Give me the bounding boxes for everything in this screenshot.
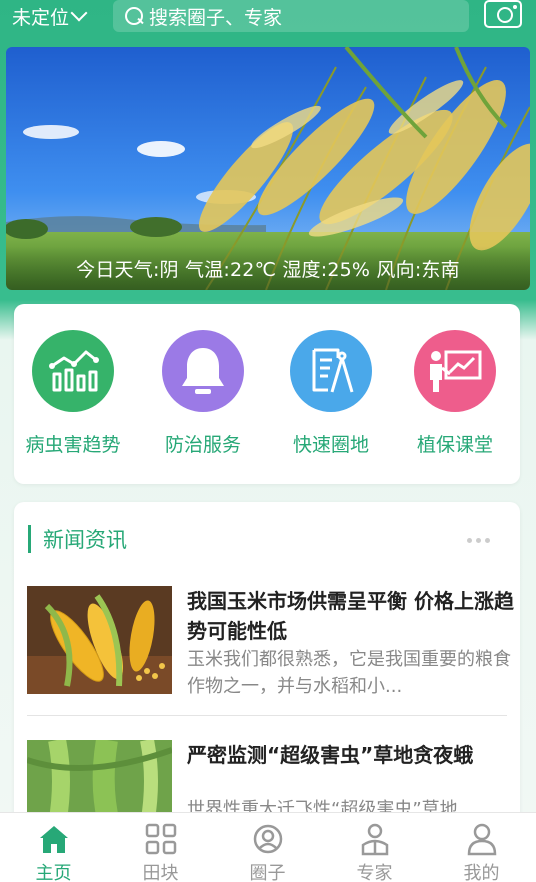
tab-label: 主页 bbox=[35, 863, 72, 882]
user-icon bbox=[464, 821, 500, 857]
service-plant-class[interactable]: 植保课堂 bbox=[400, 330, 510, 457]
weather-info: 今日天气:阴 气温:22℃ 湿度:25% 风向:东南 bbox=[6, 246, 530, 290]
tab-home[interactable]: 主页 bbox=[0, 813, 107, 882]
community-icon bbox=[250, 821, 286, 857]
tab-fields[interactable]: 田块 bbox=[107, 813, 214, 882]
chevron-down-icon bbox=[70, 4, 88, 22]
tab-community[interactable]: 圈子 bbox=[214, 813, 321, 882]
news-section-title: 新闻资讯 bbox=[43, 528, 127, 552]
divider bbox=[27, 715, 507, 716]
tab-label: 专家 bbox=[356, 863, 393, 882]
service-prevention[interactable]: 防治服务 bbox=[148, 330, 258, 457]
section-accent-bar bbox=[28, 525, 31, 553]
news-thumbnail bbox=[27, 586, 172, 694]
tab-experts[interactable]: 专家 bbox=[321, 813, 428, 882]
news-card: 新闻资讯 我国玉米市场供需呈平衡 价格上涨趋势可能性低 玉米我们都很熟悉，它是我… bbox=[14, 502, 520, 822]
service-label: 快速圈地 bbox=[292, 434, 369, 456]
services-card: 病虫害趋势 防治服务 快速圈地 植保课堂 bbox=[14, 304, 520, 484]
tab-profile[interactable]: 我的 bbox=[428, 813, 535, 882]
search-input[interactable]: 搜索圈子、专家 bbox=[113, 0, 469, 32]
home-icon bbox=[36, 821, 72, 857]
news-summary: 玉米我们都很熟悉，它是我国重要的粮食作物之一，并与水稻和小... bbox=[187, 649, 511, 697]
tab-label: 我的 bbox=[463, 863, 500, 882]
location-selector[interactable]: 未定位 bbox=[12, 0, 88, 32]
news-headline: 严密监测“超级害虫”草地贪夜蛾 bbox=[187, 743, 474, 767]
search-placeholder: 搜索圈子、专家 bbox=[149, 6, 283, 29]
tab-label: 田块 bbox=[142, 863, 179, 882]
banner-carousel[interactable]: 今日天气:阴 气温:22℃ 湿度:25% 风向:东南 bbox=[6, 47, 530, 290]
trend-chart-icon bbox=[32, 330, 114, 412]
news-section-header: 新闻资讯 bbox=[28, 524, 127, 554]
service-quick-enclose[interactable]: 快速圈地 bbox=[276, 330, 386, 457]
bell-icon bbox=[162, 330, 244, 412]
grid-icon bbox=[143, 821, 179, 857]
drafting-compass-icon bbox=[290, 330, 372, 412]
news-thumbnail bbox=[27, 740, 172, 822]
presentation-board-icon bbox=[414, 330, 496, 412]
location-label: 未定位 bbox=[12, 6, 70, 29]
news-item[interactable]: 我国玉米市场供需呈平衡 价格上涨趋势可能性低 玉米我们都很熟悉，它是我国重要的粮… bbox=[27, 586, 514, 697]
top-bar: 未定位 搜索圈子、专家 bbox=[0, 0, 536, 44]
camera-icon[interactable] bbox=[484, 0, 522, 28]
bottom-tab-bar: 主页 田块 圈子 专家 我的 bbox=[0, 812, 536, 882]
service-pest-trend[interactable]: 病虫害趋势 bbox=[18, 330, 128, 457]
service-label: 病虫害趋势 bbox=[25, 434, 121, 456]
service-label: 防治服务 bbox=[164, 434, 241, 456]
tab-label: 圈子 bbox=[249, 863, 286, 882]
news-item[interactable]: 严密监测“超级害虫”草地贪夜蛾 世界性重大迁飞性“超级害虫”草地 bbox=[27, 740, 507, 822]
news-headline: 我国玉米市场供需呈平衡 价格上涨趋势可能性低 bbox=[187, 589, 514, 643]
expert-icon bbox=[357, 821, 393, 857]
search-icon bbox=[125, 7, 143, 25]
more-icon[interactable] bbox=[467, 538, 490, 543]
service-label: 植保课堂 bbox=[416, 434, 493, 456]
